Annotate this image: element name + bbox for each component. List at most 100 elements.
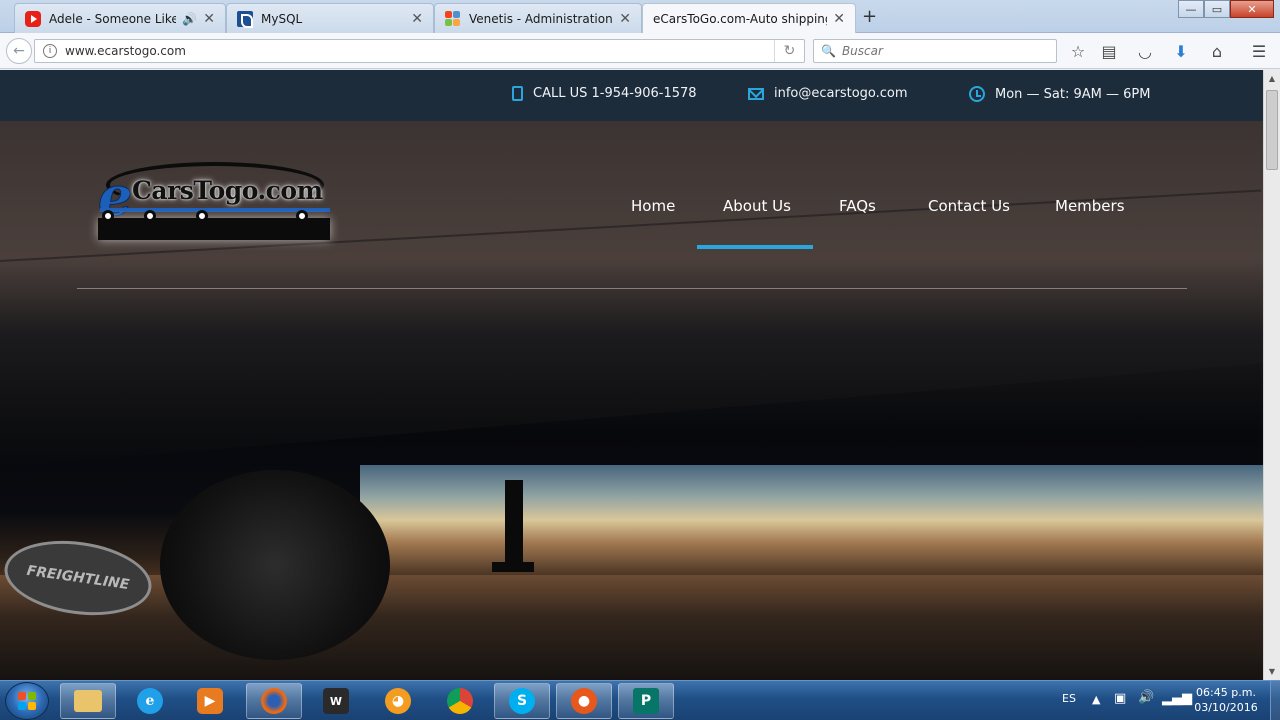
taskbar-chrome[interactable] <box>432 683 488 719</box>
youtube-icon <box>25 10 41 27</box>
taskbar-orange-app[interactable]: ● <box>556 683 612 719</box>
start-button[interactable] <box>5 682 49 720</box>
tab-title: Adele - Someone Like ... <box>49 11 177 26</box>
tab-mysql[interactable]: MySQL ✕ <box>226 3 434 33</box>
show-desktop-button[interactable] <box>1270 681 1280 720</box>
signal-icon[interactable]: ▂▄▆ <box>1162 691 1192 706</box>
pocket-icon[interactable]: ◡ <box>1134 41 1156 61</box>
minimize-button[interactable]: — <box>1178 0 1204 18</box>
site-info-icon[interactable]: i <box>43 44 57 58</box>
scroll-thumb[interactable] <box>1266 90 1278 170</box>
firefox-icon <box>261 688 287 714</box>
active-nav-indicator <box>697 245 813 249</box>
menu-icon[interactable]: ☰ <box>1248 41 1270 61</box>
home-icon[interactable]: ⌂ <box>1206 41 1228 61</box>
close-window-button[interactable]: ✕ <box>1230 0 1274 18</box>
landing-gear-foot-image <box>492 562 534 572</box>
taskbar-explorer[interactable] <box>60 683 116 719</box>
windows-taskbar: e ▶ W ◕ S ● P ES ▲ ▣ 🔊 ▂▄▆ 06:45 p.m. 03… <box>0 680 1280 720</box>
joomla-icon <box>445 10 461 27</box>
logo-trailer-deck <box>98 218 330 240</box>
scroll-up-icon[interactable]: ▲ <box>1264 70 1280 87</box>
nav-members[interactable]: Members <box>1055 197 1125 215</box>
phone-text: CALL US 1-954-906-1578 <box>533 86 697 101</box>
search-input[interactable] <box>841 44 1042 58</box>
phone-contact[interactable]: CALL US 1-954-906-1578 <box>512 86 697 101</box>
explorer-icon <box>74 690 102 712</box>
mysql-icon <box>237 10 253 28</box>
new-tab-button[interactable]: + <box>862 6 877 27</box>
phone-icon <box>512 86 523 101</box>
clock-icon <box>969 86 985 102</box>
tab-title: Venetis - Administration - ... <box>469 11 613 26</box>
taskbar-firefox[interactable] <box>246 683 302 719</box>
skype-icon: S <box>509 688 535 714</box>
url-bar[interactable]: i www.ecarstogo.com ↻ <box>34 39 805 63</box>
email-contact[interactable]: info@ecarstogo.com <box>748 86 908 101</box>
search-bar[interactable]: 🔍 <box>813 39 1057 63</box>
logo-wheel <box>144 210 156 222</box>
maximize-button[interactable]: ▭ <box>1204 0 1230 18</box>
nav-home[interactable]: Home <box>631 197 675 215</box>
close-tab-icon[interactable]: ✕ <box>411 11 423 27</box>
nav-faqs[interactable]: FAQs <box>839 197 876 215</box>
bookmark-star-icon[interactable]: ☆ <box>1067 41 1089 61</box>
system-clock[interactable]: 06:45 p.m. 03/10/2016 <box>1190 685 1262 715</box>
logo-text: CarsTogo.com <box>132 176 323 205</box>
nav-contact-us[interactable]: Contact Us <box>928 197 1010 215</box>
tab-ecarstogo[interactable]: eCarsToGo.com-Auto shipping... ✕ <box>642 3 856 33</box>
hours-text: Mon — Sat: 9AM — 6PM <box>995 86 1151 102</box>
taskbar-scratch[interactable]: ◕ <box>370 683 426 719</box>
landing-gear-image <box>505 480 523 570</box>
scratch-icon: ◕ <box>385 688 411 714</box>
windows-logo-icon <box>18 692 36 710</box>
vertical-scrollbar[interactable]: ▲ ▼ <box>1263 70 1280 680</box>
clock-time: 06:45 p.m. <box>1196 686 1256 699</box>
taskbar-internet-explorer[interactable]: e <box>122 683 178 719</box>
show-hidden-icons[interactable]: ▲ <box>1092 693 1100 706</box>
mail-icon <box>748 87 764 100</box>
taskbar-skype[interactable]: S <box>494 683 550 719</box>
back-button[interactable]: ← <box>6 38 32 64</box>
nav-about-us[interactable]: About Us <box>723 197 791 215</box>
header-divider <box>77 288 1187 289</box>
orange-app-icon: ● <box>571 688 597 714</box>
close-tab-icon[interactable]: ✕ <box>203 11 215 27</box>
site-logo[interactable]: e CarsTogo.com <box>96 160 332 246</box>
volume-icon[interactable]: 🔊 <box>1138 690 1154 705</box>
download-icon[interactable]: ⬇ <box>1170 41 1192 61</box>
media-player-icon: ▶ <box>197 688 223 714</box>
tab-title: MySQL <box>261 11 303 26</box>
back-arrow-icon: ← <box>13 43 25 59</box>
logo-wheel <box>102 210 114 222</box>
taskbar-world-of-tanks[interactable]: W <box>308 683 364 719</box>
language-indicator[interactable]: ES <box>1062 692 1076 705</box>
taskbar-publisher[interactable]: P <box>618 683 674 719</box>
scroll-down-icon[interactable]: ▼ <box>1264 663 1280 680</box>
web-page: FREIGHTLINE CALL US 1-954-906-1578 info@… <box>0 70 1263 680</box>
chrome-icon <box>447 688 473 714</box>
reading-list-icon[interactable]: ▤ <box>1098 41 1120 61</box>
tab-adele[interactable]: Adele - Someone Like ... 🔊 ✕ <box>14 3 226 33</box>
browser-navbar: ← i www.ecarstogo.com ↻ 🔍 ☆ ▤ ◡ ⬇ ⌂ ☰ <box>0 33 1280 69</box>
publisher-icon: P <box>633 688 659 714</box>
window-controls: — ▭ ✕ <box>1178 0 1274 18</box>
taskbar-media-player[interactable]: ▶ <box>182 683 238 719</box>
network-tray-icon[interactable]: ▣ <box>1114 691 1126 706</box>
search-icon: 🔍 <box>821 44 836 58</box>
reload-icon[interactable]: ↻ <box>774 40 804 62</box>
url-text[interactable]: www.ecarstogo.com <box>65 44 774 58</box>
internet-explorer-icon: e <box>137 688 163 714</box>
close-tab-icon[interactable]: ✕ <box>619 11 631 27</box>
email-text: info@ecarstogo.com <box>774 86 908 101</box>
logo-bar <box>100 208 330 212</box>
tab-venetis[interactable]: Venetis - Administration - ... ✕ <box>434 3 642 33</box>
logo-wheel <box>296 210 308 222</box>
speaker-icon[interactable]: 🔊 <box>182 12 197 26</box>
clock-date: 03/10/2016 <box>1194 701 1258 714</box>
truck-wheel-image <box>160 470 390 660</box>
tab-title: eCarsToGo.com-Auto shipping... <box>653 11 828 26</box>
close-tab-icon[interactable]: ✕ <box>833 11 845 27</box>
sunset-sky-image <box>360 465 1263 575</box>
logo-wheel <box>196 210 208 222</box>
